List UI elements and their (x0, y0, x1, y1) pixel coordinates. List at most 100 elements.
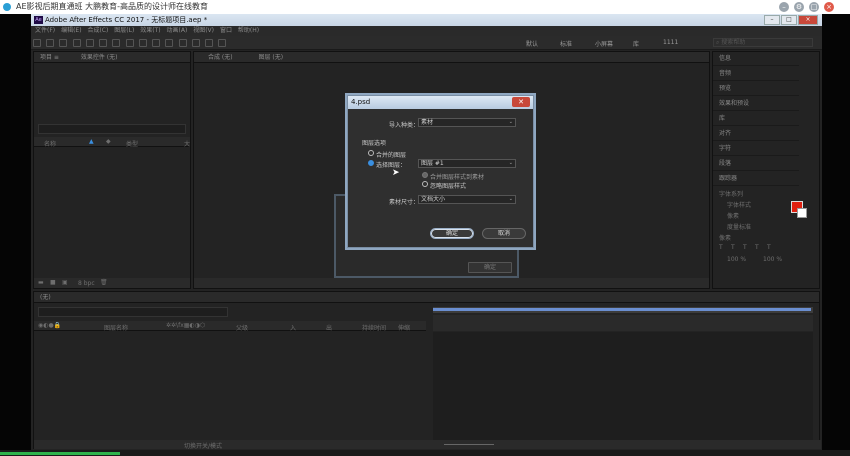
menu-file[interactable]: 文件(F) (35, 26, 55, 36)
close-icon[interactable]: × (824, 2, 834, 12)
small-caps-icon[interactable]: T (755, 244, 759, 251)
column-out[interactable]: 出 (326, 323, 332, 332)
superscript-icon[interactable]: T (767, 244, 771, 251)
zoom-slider[interactable] (444, 444, 494, 445)
workspace-standard[interactable]: 标准 (560, 39, 572, 48)
column-size[interactable]: 大 (184, 139, 190, 148)
ignore-styles-radio[interactable] (422, 181, 428, 187)
selection-tool-icon[interactable] (46, 39, 55, 47)
av-features-icons[interactable]: ◉◐●🔒 (38, 322, 61, 329)
chevron-down-icon: ⌄ (508, 160, 513, 166)
panel-libraries[interactable]: 库 (713, 112, 799, 126)
window-minimize-button[interactable]: – (764, 15, 780, 25)
window-close-button[interactable]: × (798, 15, 818, 25)
footage-size-select[interactable]: 文档大小 ⌄ (418, 195, 516, 204)
switches-icons[interactable]: ✲✲\fx▦◐◑⬡ (166, 322, 205, 329)
new-folder-icon[interactable]: ■ (50, 279, 56, 286)
column-stretch[interactable]: 伸缩 (398, 323, 410, 332)
panel-audio[interactable]: 音频 (713, 67, 799, 81)
tab-timeline[interactable]: (无) (40, 294, 51, 301)
zoom-tool-icon[interactable] (72, 39, 81, 47)
brush-tool-icon[interactable] (165, 39, 174, 47)
player-progress-track[interactable] (0, 450, 850, 456)
menu-animation[interactable]: 动画(A) (167, 26, 188, 36)
panel-paragraph[interactable]: 段落 (713, 157, 799, 171)
hand-tool-icon[interactable] (59, 39, 68, 47)
mask-tool-icon[interactable] (125, 39, 134, 47)
column-duration[interactable]: 持续时间 (362, 323, 386, 332)
search-help-input[interactable]: ⌕ 搜索帮助 (713, 38, 813, 47)
panel-effects-presets[interactable]: 效果和预设 (713, 97, 799, 111)
window-maximize-button[interactable]: □ (781, 15, 797, 25)
pen-tool-icon[interactable] (138, 39, 147, 47)
all-caps-icon[interactable]: T (743, 244, 747, 251)
bit-depth-label[interactable]: 8 bpc (78, 280, 95, 287)
column-type[interactable]: 类型 (126, 139, 138, 148)
time-navigator-range[interactable] (433, 308, 811, 311)
clone-tool-icon[interactable] (178, 39, 187, 47)
cancel-button[interactable]: 取消 (482, 228, 526, 239)
import-kind-select[interactable]: 素材 ⌄ (418, 118, 516, 127)
menu-view[interactable]: 视图(V) (193, 26, 214, 36)
panel-character[interactable]: 字符 (713, 142, 799, 156)
settings-icon[interactable]: ⚙ (794, 2, 804, 12)
faux-bold-icon[interactable]: T (719, 244, 723, 251)
merge-styles-label[interactable]: 合并图层样式到素材 (430, 172, 484, 181)
choose-layer-label[interactable]: 选择图层： (376, 160, 406, 169)
tab-project[interactable]: 项目 ≡ (40, 54, 59, 61)
background-ok-button[interactable]: 确定 (468, 262, 512, 273)
menu-edit[interactable]: 编辑(E) (61, 26, 81, 36)
faux-style-buttons: T T T T T (719, 244, 815, 252)
panel-align[interactable]: 对齐 (713, 127, 799, 141)
text-tool-icon[interactable] (152, 39, 161, 47)
ignore-styles-label[interactable]: 忽略图层样式 (430, 181, 466, 190)
pan-behind-tool-icon[interactable] (112, 39, 121, 47)
home-tool-icon[interactable] (33, 39, 41, 47)
rotate-tool-icon[interactable] (85, 39, 94, 47)
workspace-default[interactable]: 默认 (526, 39, 538, 48)
puppet-tool-icon[interactable] (218, 39, 227, 47)
toggle-switches-modes[interactable]: 切换开关/模式 (184, 441, 222, 450)
column-name[interactable]: 名称 (44, 139, 56, 148)
merge-styles-radio[interactable] (422, 172, 428, 178)
tab-layer[interactable]: 图层 (无) (259, 54, 284, 61)
menu-layer[interactable]: 图层(L) (114, 26, 134, 36)
column-layer-name[interactable]: 图层名称 (104, 323, 128, 332)
timeline-search-input[interactable] (38, 307, 228, 317)
workspace-1111[interactable]: 1111 (663, 39, 678, 46)
time-ruler[interactable] (433, 315, 813, 331)
faux-italic-icon[interactable]: T (731, 244, 735, 251)
font-size-label: 像素 (727, 213, 740, 220)
choose-layer-select[interactable]: 图层 #1 ⌄ (418, 159, 516, 168)
tab-effect-controls[interactable]: 效果控件 (无) (81, 54, 118, 61)
column-parent[interactable]: 父级 (236, 323, 248, 332)
eraser-tool-icon[interactable] (191, 39, 200, 47)
menu-composition[interactable]: 合成(C) (87, 26, 108, 36)
merged-layers-label[interactable]: 合并的图层 (376, 150, 406, 159)
dialog-close-button[interactable]: ✕ (512, 97, 530, 107)
tool-bar (31, 36, 822, 50)
workspace-small-screen[interactable]: 小屏幕 (595, 39, 613, 48)
menu-effect[interactable]: 效果(T) (140, 26, 160, 36)
minimize-icon[interactable]: – (779, 2, 789, 12)
panel-info[interactable]: 信息 (713, 52, 799, 66)
panel-tracker[interactable]: 跟踪器 (713, 172, 799, 186)
menu-window[interactable]: 窗口 (220, 26, 232, 36)
stroke-color-swatch[interactable] (797, 208, 807, 218)
interpret-footage-icon[interactable]: ▬ (38, 279, 44, 286)
delete-icon[interactable]: 🗑 (100, 279, 108, 286)
choose-layer-radio[interactable] (368, 160, 374, 166)
column-in[interactable]: 入 (290, 323, 296, 332)
roto-tool-icon[interactable] (205, 39, 214, 47)
menu-help[interactable]: 帮助(H) (238, 26, 259, 36)
tab-composition[interactable]: 合成 (无) (208, 54, 233, 61)
new-composition-icon[interactable]: ▣ (62, 279, 68, 286)
workspace-library[interactable]: 库 (633, 39, 639, 48)
ok-button[interactable]: 确定 (430, 228, 474, 239)
panel-preview[interactable]: 预览 (713, 82, 799, 96)
merged-layers-radio[interactable] (368, 150, 374, 156)
camera-tool-icon[interactable] (99, 39, 108, 47)
fullscreen-icon[interactable]: □ (809, 2, 819, 12)
project-search-input[interactable] (38, 124, 186, 134)
timeline-track-area[interactable] (433, 332, 813, 440)
